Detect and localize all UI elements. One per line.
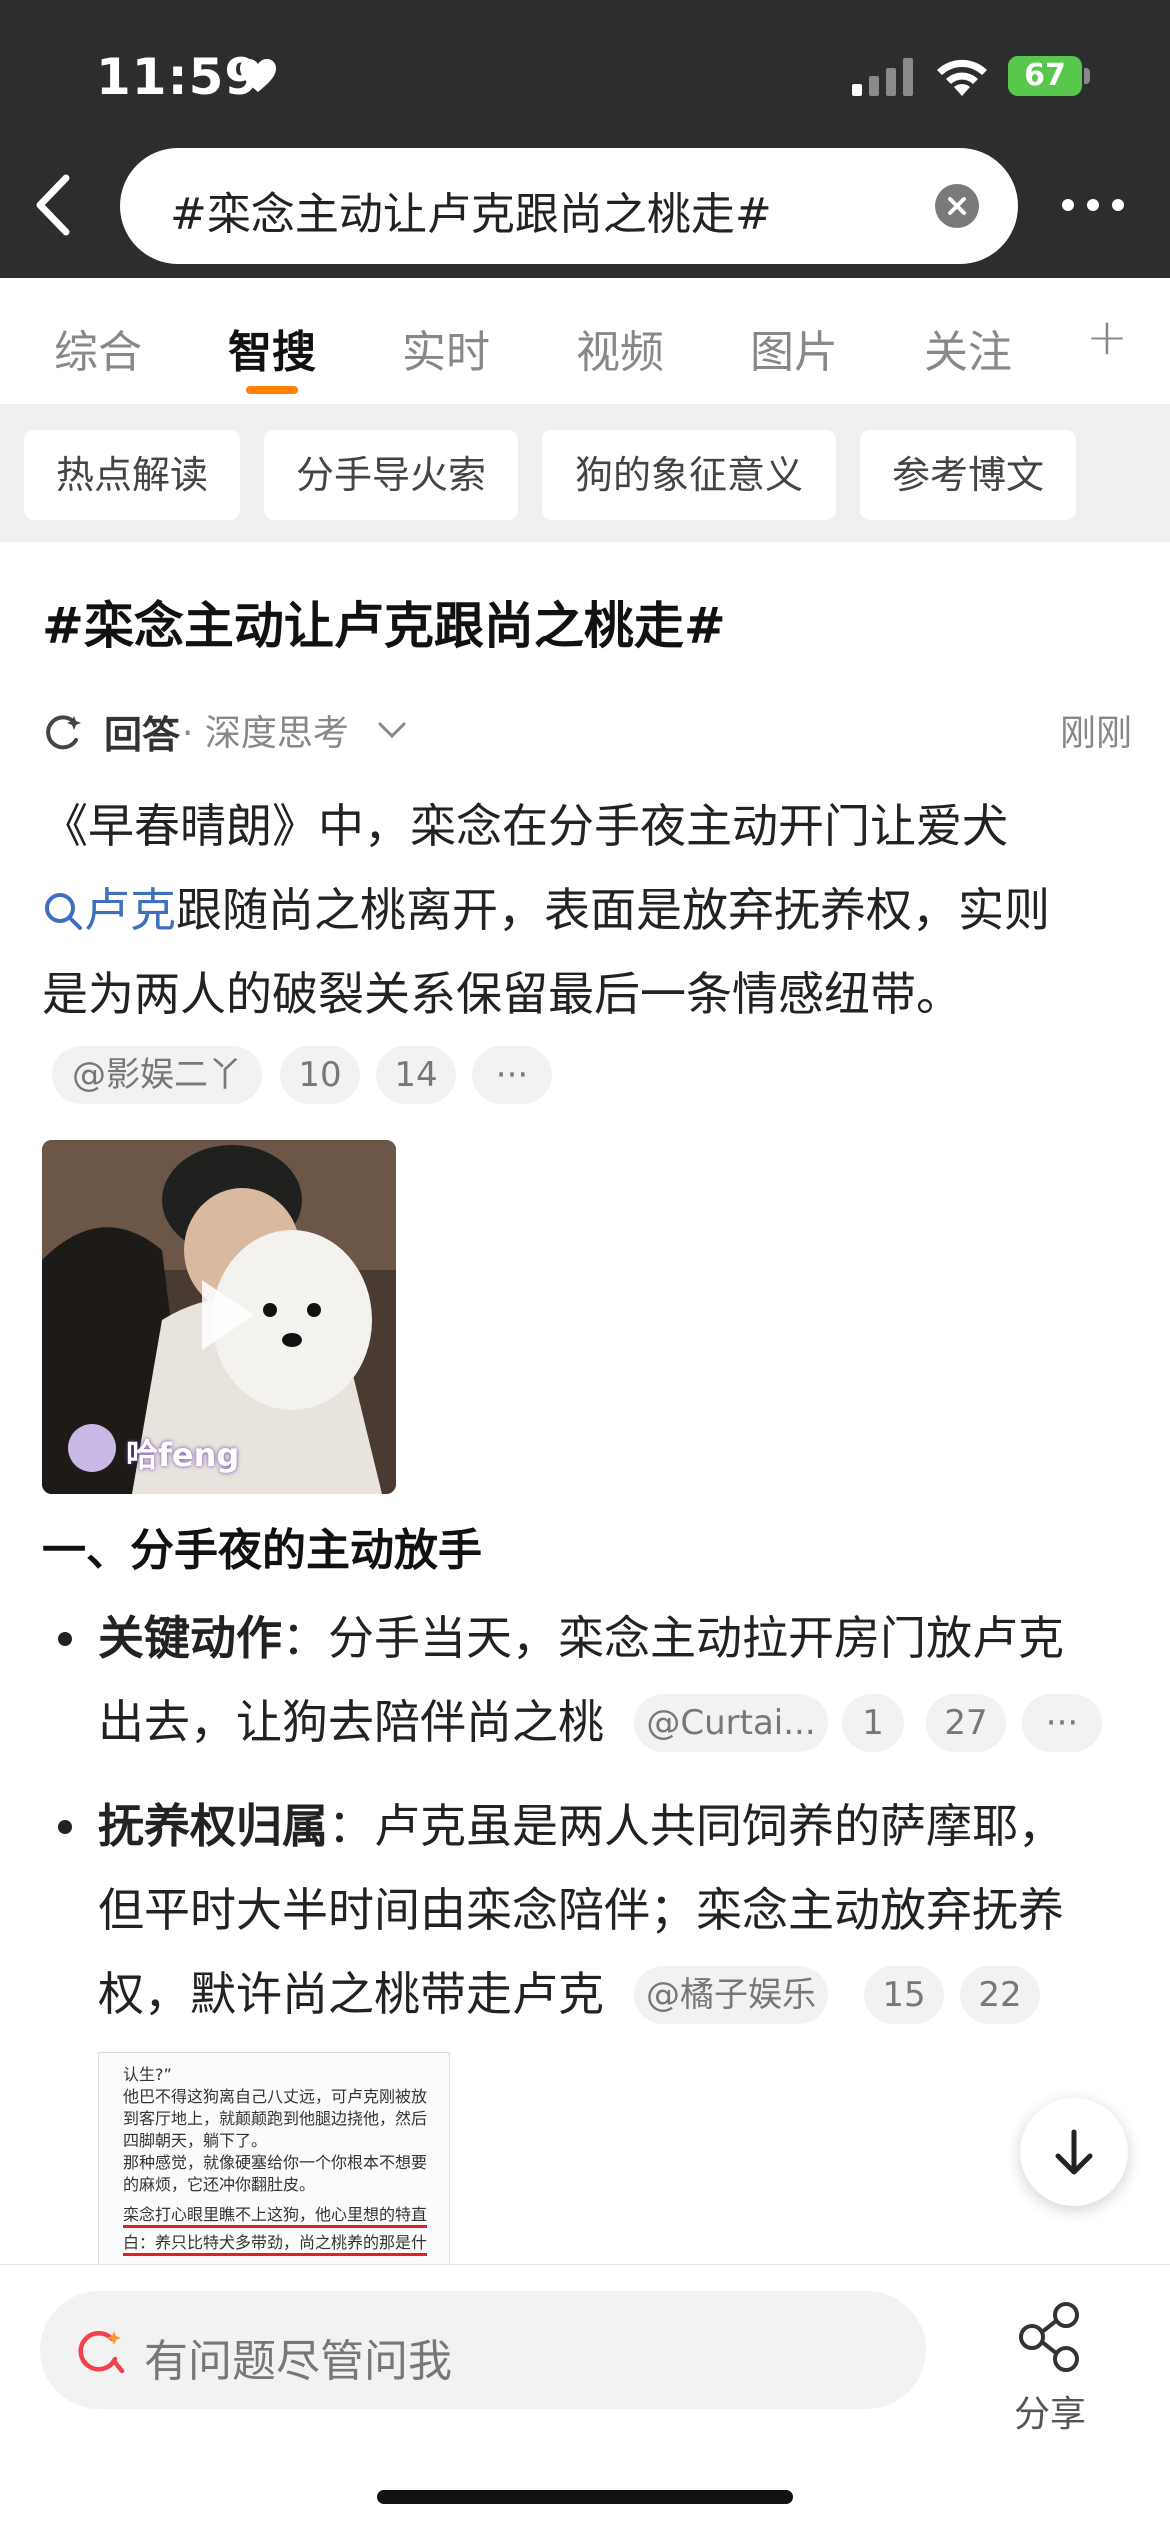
share-icon — [1019, 2302, 1079, 2372]
reference-count[interactable]: 27 — [926, 1694, 1006, 1752]
add-tab-button[interactable]: + — [1086, 308, 1128, 366]
source-meta-row: @橘子娱乐 15 22 — [634, 1966, 1040, 2024]
cellular-signal-icon — [852, 58, 913, 96]
reference-count[interactable]: 14 — [376, 1046, 456, 1104]
tab-smart-search[interactable]: 智搜 — [228, 316, 316, 380]
answer-timestamp: 刚刚 — [1059, 713, 1132, 754]
more-sources-button[interactable]: ··· — [1022, 1694, 1102, 1752]
close-icon — [948, 197, 966, 215]
doc-text-line: 那种感觉，就像硬塞给你一个你根本不想要 — [123, 2153, 428, 2172]
doc-text-line: 到客厅地上，就颠颠跑到他腿边挠他，然后 — [123, 2109, 428, 2128]
page-title: #栾念主动让卢克跟尚之桃走# — [42, 597, 726, 655]
search-icon[interactable] — [42, 890, 84, 932]
active-tab-indicator — [246, 386, 298, 394]
top-bar: 11:59 67 #栾念主动让卢克跟尚之桃走# — [0, 0, 1170, 278]
answer-mode[interactable]: · 深度思考 — [182, 704, 349, 756]
tab-comprehensive[interactable]: 综合 — [54, 316, 142, 380]
clear-search-button[interactable] — [935, 184, 979, 228]
source-tag[interactable]: @橘子娱乐 — [634, 1966, 828, 2024]
video-thumbnail[interactable]: 哈feng — [42, 1140, 396, 1494]
bullet-dot — [58, 1632, 72, 1646]
chip-breakup-trigger[interactable]: 分手导火索 — [264, 430, 518, 520]
topic-chip-strip: 热点解读 分手导火索 狗的象征意义 参考博文 — [0, 404, 1170, 542]
answer-paragraph-text: 跟随尚之桃离开，表面是放弃抚养权，实则 — [176, 883, 1050, 937]
bullet-label: 关键动作 — [98, 1611, 282, 1665]
video-caption: 哈feng — [126, 1436, 240, 1474]
source-tag[interactable]: @Curtai... — [634, 1694, 828, 1752]
bullet-line: 权，默许尚之桃带走卢克 — [98, 1967, 604, 2021]
ask-placeholder: 有问题尽管问我 — [144, 2336, 452, 2387]
chip-hot-interpretation[interactable]: 热点解读 — [24, 430, 240, 520]
battery-cap — [1084, 68, 1090, 84]
battery-level: 67 — [1024, 58, 1066, 93]
doc-text-line: 的麻烦，它还冲你翻肚皮。 — [123, 2175, 316, 2194]
tab-bar: 综合 智搜 实时 视频 图片 关注 + — [0, 278, 1170, 404]
tab-images[interactable]: 图片 — [750, 316, 838, 380]
chip-dog-symbolism[interactable]: 狗的象征意义 — [542, 430, 836, 520]
source-tag[interactable]: @影娱二丫 — [52, 1046, 262, 1104]
bullet-dot — [58, 1820, 72, 1834]
doc-text-line: 栾念打心眼里瞧不上这狗，他心里想的特直 — [123, 2201, 428, 2228]
reference-count[interactable]: 22 — [960, 1966, 1040, 2024]
scroll-down-button[interactable] — [1020, 2098, 1128, 2206]
section-heading: 一、分手夜的主动放手 — [42, 1525, 482, 1576]
source-meta-row: @Curtai... 1 27 ··· — [634, 1694, 1104, 1752]
more-sources-button[interactable]: ··· — [472, 1046, 552, 1104]
reference-count[interactable]: 10 — [280, 1046, 360, 1104]
heart-icon — [240, 59, 276, 92]
answer-label: 回答 — [104, 713, 181, 757]
bullet-text: ：卢克虽是两人共同饲养的萨摩耶， — [328, 1799, 1064, 1853]
ai-search-icon — [78, 2330, 125, 2374]
ask-question-input[interactable]: 有问题尽管问我 — [40, 2291, 926, 2409]
bullet-text: ：分手当天，栾念主动拉开房门放卢克 — [282, 1611, 1064, 1665]
doc-text-line: 白：养只比特犬多带劲，尚之桃养的那是什 — [123, 2229, 428, 2256]
arrow-down-icon — [1055, 2129, 1093, 2175]
answer-paragraph-line: 《早春晴朗》中，栾念在分手夜主动开门让爱犬 — [42, 799, 1008, 853]
tab-video[interactable]: 视频 — [576, 316, 664, 380]
bullet-line: 出去，让狗去陪伴尚之桃 — [98, 1695, 604, 1749]
search-input[interactable]: #栾念主动让卢克跟尚之桃走# — [120, 148, 1018, 264]
battery-icon: 67 — [1008, 56, 1082, 96]
status-time: 11:59 — [96, 48, 261, 106]
bullet-line: 但平时大半时间由栾念陪伴；栾念主动放弃抚养 — [98, 1883, 1064, 1937]
doc-text-line: 他巴不得这狗离自己八丈远，可卢克刚被放 — [123, 2087, 428, 2106]
answer-paragraph-line: 卢克跟随尚之桃离开，表面是放弃抚养权，实则 — [42, 868, 1050, 952]
tab-following[interactable]: 关注 — [924, 316, 1012, 380]
more-options-icon[interactable] — [1058, 190, 1128, 220]
bullet-label: 抚养权归属 — [98, 1799, 328, 1853]
search-query-text: #栾念主动让卢克跟尚之桃走# — [170, 189, 772, 240]
doc-text-line: 认生?” — [123, 2065, 172, 2084]
doc-text-line: 四脚朝天，躺下了。 — [123, 2131, 268, 2150]
ai-answer-icon — [46, 715, 81, 750]
reference-count[interactable]: 1 — [842, 1694, 904, 1752]
bullet-line: 抚养权归属：卢克虽是两人共同饲养的萨摩耶， — [98, 1784, 1064, 1868]
share-button[interactable]: 分享 — [1000, 2287, 1100, 2437]
back-arrow-icon[interactable] — [30, 170, 80, 240]
source-meta-row: @影娱二丫 10 14 ··· — [52, 1046, 652, 1104]
share-label: 分享 — [1013, 2394, 1086, 2435]
answer-header: 回答 · 深度思考 刚刚 — [42, 704, 1132, 758]
answer-paragraph-line: 是为两人的破裂关系保留最后一条情感纽带。 — [42, 967, 962, 1021]
article-screenshot-thumbnail[interactable]: 认生?” 他巴不得这狗离自己八丈远，可卢克刚被放 到客厅地上，就颠颠跑到他腿边挠… — [98, 2052, 450, 2268]
home-indicator[interactable] — [377, 2490, 793, 2504]
bullet-line: 关键动作：分手当天，栾念主动拉开房门放卢克 — [98, 1596, 1064, 1680]
chevron-down-icon[interactable] — [376, 718, 408, 742]
wifi-icon — [937, 59, 987, 96]
reference-count[interactable]: 15 — [864, 1966, 944, 2024]
tab-realtime[interactable]: 实时 — [402, 316, 490, 380]
chip-reference-posts[interactable]: 参考博文 — [860, 430, 1076, 520]
entity-link-luke[interactable]: 卢克 — [84, 883, 176, 937]
